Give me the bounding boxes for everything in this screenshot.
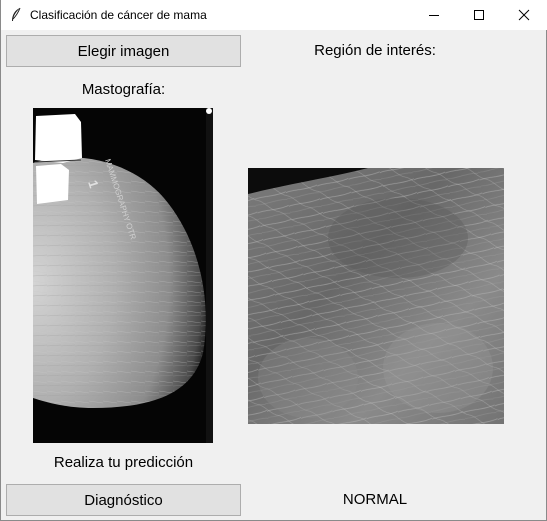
choose-image-button[interactable]: Elegir imagen xyxy=(6,35,241,67)
maximize-icon xyxy=(474,10,484,20)
roi-image xyxy=(248,168,504,424)
app-window: Clasificación de cáncer de mama Elegir i… xyxy=(0,0,547,521)
maximize-button[interactable] xyxy=(456,0,502,30)
window-title: Clasificación de cáncer de mama xyxy=(30,8,207,22)
mammography-label: Mastografía: xyxy=(81,81,166,98)
feather-icon xyxy=(12,7,21,21)
title-bar[interactable]: Clasificación de cáncer de mama xyxy=(1,0,547,30)
predict-label: Realiza tu predicción xyxy=(53,454,194,471)
mammography-image: MAMMOGRAPHY OTR 1 xyxy=(33,108,213,443)
close-button[interactable] xyxy=(501,0,547,30)
roi-label: Región de interés: xyxy=(314,42,436,59)
minimize-icon xyxy=(429,15,439,16)
diagnose-button[interactable]: Diagnóstico xyxy=(6,484,241,516)
result-label: NORMAL xyxy=(342,491,408,508)
close-icon xyxy=(518,9,530,21)
minimize-button[interactable] xyxy=(411,0,457,30)
